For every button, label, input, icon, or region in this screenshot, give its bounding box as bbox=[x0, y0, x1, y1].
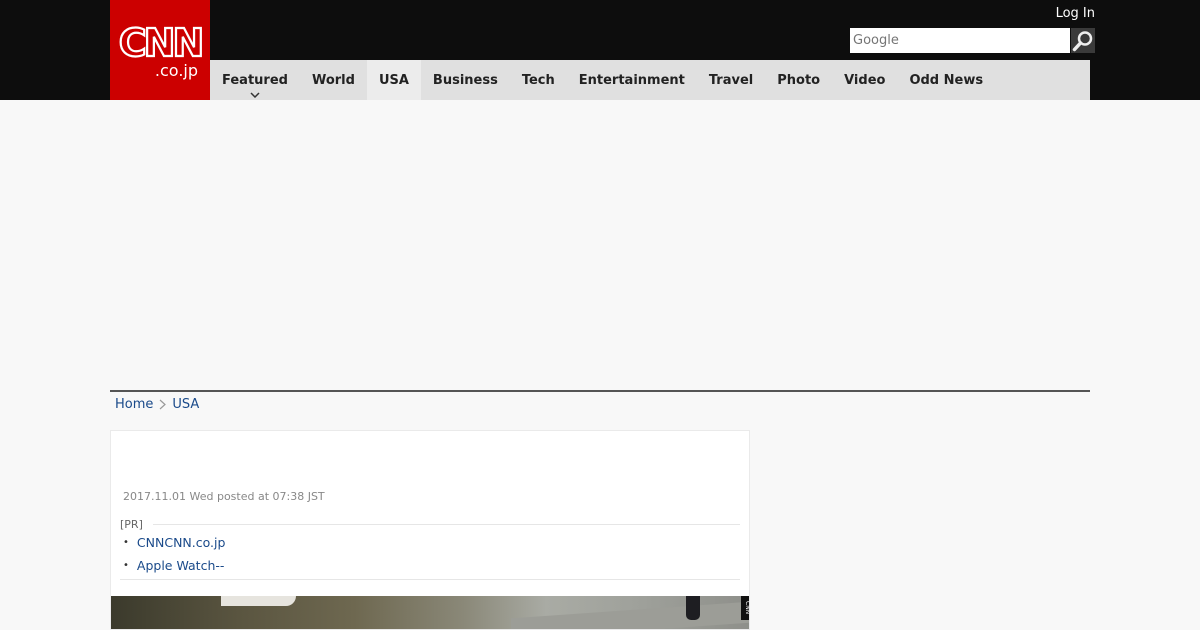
nav-item-photo[interactable]: Photo bbox=[765, 60, 832, 100]
chevron-right-icon bbox=[159, 399, 167, 410]
photo-figure bbox=[686, 596, 700, 620]
pr-header: [PR] bbox=[120, 518, 740, 531]
article-card: 2017.11.01 Wed posted at 07:38 JST [PR] … bbox=[110, 430, 750, 630]
nav-item-label: World bbox=[311, 72, 355, 88]
bullet-icon: • bbox=[123, 537, 129, 548]
breadcrumb-home-link[interactable]: Home bbox=[115, 397, 153, 412]
nav-item-usa[interactable]: USA bbox=[366, 60, 421, 100]
pr-label: [PR] bbox=[120, 518, 143, 531]
nav-item-tech[interactable]: Tech bbox=[510, 60, 567, 100]
search-input[interactable] bbox=[850, 28, 1070, 53]
search-icon bbox=[1072, 30, 1093, 51]
nav-item-business[interactable]: Business bbox=[421, 60, 510, 100]
nav-item-label: Video bbox=[844, 72, 886, 88]
section-divider bbox=[110, 390, 1090, 392]
pr-link-item: • CNNCNN.co.jp bbox=[123, 535, 225, 550]
pr-link-apple-watch[interactable]: Apple Watch-- bbox=[137, 558, 225, 573]
cnn-logo[interactable]: CNN .co.jp bbox=[110, 0, 210, 100]
main-nav: Featured World USA Business Tech Enterta… bbox=[210, 60, 1090, 100]
pr-divider bbox=[152, 524, 740, 525]
nav-item-label: Featured bbox=[222, 72, 288, 88]
nav-item-label: Tech bbox=[521, 72, 555, 88]
article-dateline: 2017.11.01 Wed posted at 07:38 JST bbox=[123, 490, 325, 503]
pr-link-cnn[interactable]: CNNCNN.co.jp bbox=[137, 535, 226, 550]
article-photo[interactable]: CNN bbox=[111, 596, 749, 629]
nav-item-label: Business bbox=[432, 72, 498, 88]
nav-item-featured[interactable]: Featured bbox=[210, 60, 300, 100]
photo-ground bbox=[511, 601, 749, 629]
nav-item-odd-news[interactable]: Odd News bbox=[897, 60, 995, 100]
logo-sub-text: .co.jp bbox=[154, 61, 198, 80]
bullet-icon: • bbox=[123, 560, 129, 571]
nav-item-entertainment[interactable]: Entertainment bbox=[567, 60, 697, 100]
nav-item-video[interactable]: Video bbox=[832, 60, 897, 100]
pr-link-item: • Apple Watch-- bbox=[123, 558, 224, 573]
breadcrumb: Home USA bbox=[115, 397, 199, 412]
nav-item-label: Travel bbox=[708, 72, 754, 88]
photo-figure bbox=[221, 596, 296, 606]
nav-item-label: Photo bbox=[777, 72, 821, 88]
logo-main-text: CNN bbox=[118, 21, 206, 65]
breadcrumb-section-link[interactable]: USA bbox=[172, 397, 199, 412]
nav-item-label: Odd News bbox=[909, 72, 984, 88]
nav-item-world[interactable]: World bbox=[300, 60, 367, 100]
ad-placeholder bbox=[110, 100, 1090, 390]
chevron-down-icon bbox=[250, 92, 260, 98]
login-link[interactable]: Log In bbox=[1056, 6, 1095, 21]
nav-item-label: USA bbox=[378, 72, 409, 88]
photo-cnn-watermark: CNN bbox=[741, 596, 749, 620]
search-button[interactable] bbox=[1071, 28, 1095, 53]
pr-bottom-divider bbox=[120, 579, 740, 580]
nav-item-travel[interactable]: Travel bbox=[697, 60, 765, 100]
nav-item-label: Entertainment bbox=[578, 72, 685, 88]
